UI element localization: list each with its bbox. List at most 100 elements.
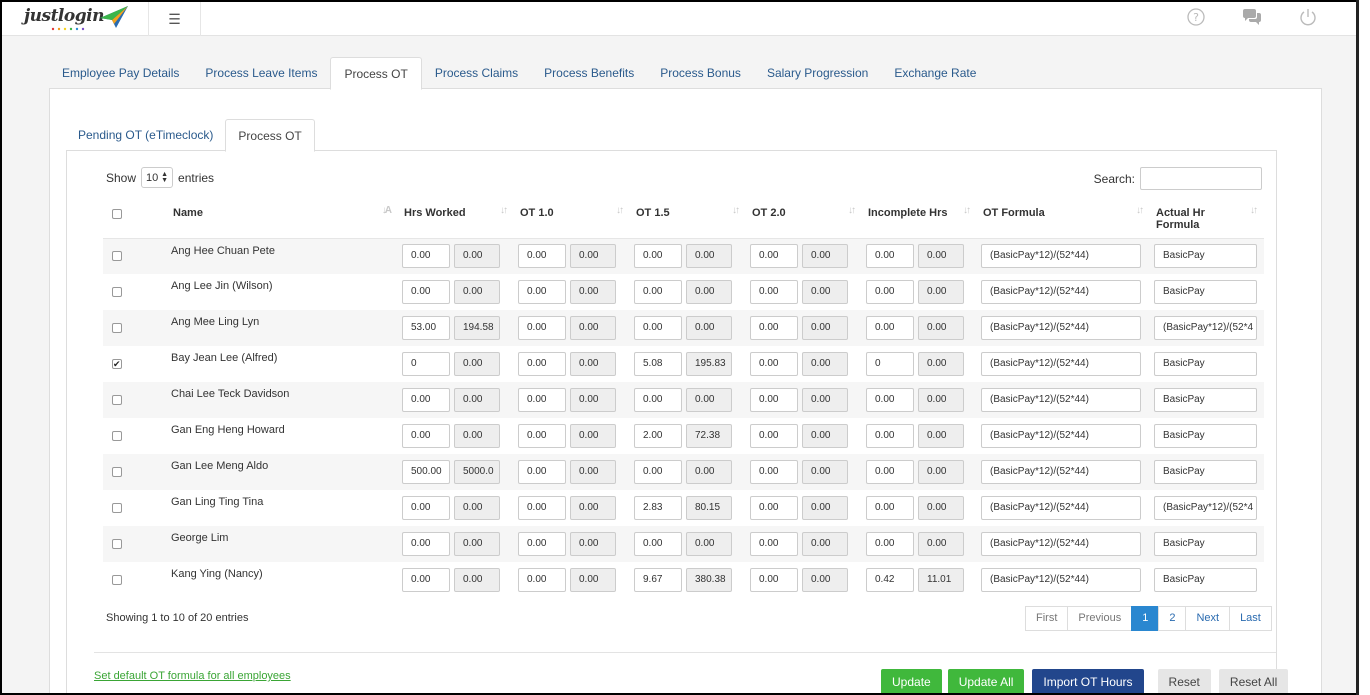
col-ot10[interactable]: OT 1.0 ↓↑	[514, 196, 630, 239]
page-first-button[interactable]: First	[1025, 606, 1069, 631]
ot10-input[interactable]: 0.00	[518, 352, 566, 376]
tab-salary-progression[interactable]: Salary Progression	[754, 57, 881, 89]
search-input[interactable]	[1140, 167, 1262, 190]
ot20-input[interactable]: 0.00	[750, 424, 798, 448]
ot10-input[interactable]: 0.00	[518, 244, 566, 269]
incomplete-hrs-input[interactable]: 0.00	[866, 280, 914, 304]
hrs-worked-input[interactable]: 0.00	[402, 424, 450, 448]
select-all-checkbox[interactable]	[112, 209, 122, 220]
hrs-worked-input[interactable]: 0.00	[402, 280, 450, 304]
ot-formula-input[interactable]: (BasicPay*12)/(52*44)	[981, 496, 1141, 520]
ot-formula-input[interactable]: (BasicPay*12)/(52*44)	[981, 532, 1141, 556]
hrs-worked-input[interactable]: 0	[402, 352, 450, 376]
tab-process-leave-items[interactable]: Process Leave Items	[192, 57, 330, 89]
actual-hr-formula-input[interactable]: BasicPay	[1154, 568, 1257, 592]
ot-formula-input[interactable]: (BasicPay*12)/(52*44)	[981, 388, 1141, 412]
hrs-worked-input[interactable]: 53.00	[402, 316, 450, 340]
ot20-input[interactable]: 0.00	[750, 244, 798, 269]
actual-hr-formula-input[interactable]: BasicPay	[1154, 532, 1257, 556]
hrs-worked-input[interactable]: 500.00	[402, 460, 450, 484]
hrs-worked-input[interactable]: 0.00	[402, 568, 450, 592]
ot-formula-input[interactable]: (BasicPay*12)/(52*44)	[981, 352, 1141, 376]
row-checkbox[interactable]	[112, 539, 122, 550]
incomplete-hrs-input[interactable]: 0.00	[866, 460, 914, 484]
incomplete-hrs-input[interactable]: 0.00	[866, 316, 914, 340]
subtab-process-ot[interactable]: Process OT	[225, 119, 315, 152]
incomplete-hrs-input[interactable]: 0.42	[866, 568, 914, 592]
ot-formula-input[interactable]: (BasicPay*12)/(52*44)	[981, 280, 1141, 304]
actual-hr-formula-input[interactable]: BasicPay	[1154, 388, 1257, 412]
menu-toggle-button[interactable]: ☰	[148, 2, 201, 36]
page-length-select[interactable]: 10 ▲ ▼	[141, 167, 174, 188]
row-checkbox[interactable]	[112, 359, 122, 370]
page-previous-button[interactable]: Previous	[1067, 606, 1133, 631]
ot20-input[interactable]: 0.00	[750, 388, 798, 412]
hrs-worked-input[interactable]: 0.00	[402, 496, 450, 520]
help-button[interactable]: ?	[1168, 6, 1224, 28]
row-checkbox[interactable]	[112, 503, 122, 514]
hrs-worked-input[interactable]: 0.00	[402, 532, 450, 556]
actual-hr-formula-input[interactable]: BasicPay	[1154, 244, 1257, 269]
row-checkbox[interactable]	[112, 467, 122, 478]
ot-formula-input[interactable]: (BasicPay*12)/(52*44)	[981, 316, 1141, 340]
row-checkbox[interactable]	[112, 395, 122, 406]
actual-hr-formula-input[interactable]: BasicPay	[1154, 352, 1257, 376]
hrs-worked-input[interactable]: 0.00	[402, 388, 450, 412]
reset-all-button[interactable]: Reset All	[1218, 669, 1289, 693]
ot15-input[interactable]: 0.00	[634, 532, 682, 556]
ot10-input[interactable]: 0.00	[518, 388, 566, 412]
page-2-button[interactable]: 2	[1158, 606, 1187, 631]
tab-employee-pay-details[interactable]: Employee Pay Details	[49, 57, 192, 89]
ot10-input[interactable]: 0.00	[518, 496, 566, 520]
update-all-button[interactable]: Update All	[947, 669, 1025, 693]
ot20-input[interactable]: 0.00	[750, 280, 798, 304]
row-checkbox[interactable]	[112, 251, 122, 262]
incomplete-hrs-input[interactable]: 0.00	[866, 424, 914, 448]
chat-button[interactable]	[1224, 6, 1280, 28]
tab-exchange-rate[interactable]: Exchange Rate	[881, 57, 989, 89]
subtab-pending-ot[interactable]: Pending OT (eTimeclock)	[66, 119, 225, 151]
actual-hr-formula-input[interactable]: (BasicPay*12)/(52*4	[1154, 496, 1257, 520]
ot20-input[interactable]: 0.00	[750, 496, 798, 520]
ot15-input[interactable]: 0.00	[634, 388, 682, 412]
actual-hr-formula-input[interactable]: BasicPay	[1154, 280, 1257, 304]
ot-formula-input[interactable]: (BasicPay*12)/(52*44)	[981, 568, 1141, 592]
incomplete-hrs-input[interactable]: 0	[866, 352, 914, 376]
ot15-input[interactable]: 2.00	[634, 424, 682, 448]
ot10-input[interactable]: 0.00	[518, 424, 566, 448]
ot15-input[interactable]: 0.00	[634, 460, 682, 484]
col-name[interactable]: Name ↓A	[167, 196, 398, 239]
actual-hr-formula-input[interactable]: BasicPay	[1154, 424, 1257, 448]
ot15-input[interactable]: 0.00	[634, 244, 682, 269]
tab-process-bonus[interactable]: Process Bonus	[647, 57, 754, 89]
ot20-input[interactable]: 0.00	[750, 568, 798, 592]
ot10-input[interactable]: 0.00	[518, 316, 566, 340]
ot20-input[interactable]: 0.00	[750, 316, 798, 340]
col-hrs-worked[interactable]: Hrs Worked ↓↑	[398, 196, 514, 239]
ot15-input[interactable]: 9.67	[634, 568, 682, 592]
logout-button[interactable]	[1280, 6, 1336, 28]
hrs-worked-input[interactable]: 0.00	[402, 244, 450, 269]
ot15-input[interactable]: 0.00	[634, 316, 682, 340]
ot15-input[interactable]: 2.83	[634, 496, 682, 520]
ot15-input[interactable]: 5.08	[634, 352, 682, 376]
row-checkbox[interactable]	[112, 575, 122, 586]
actual-hr-formula-input[interactable]: BasicPay	[1154, 460, 1257, 484]
ot-formula-input[interactable]: (BasicPay*12)/(52*44)	[981, 244, 1141, 269]
ot10-input[interactable]: 0.00	[518, 460, 566, 484]
col-ot-formula[interactable]: OT Formula ↓↑	[977, 196, 1150, 239]
incomplete-hrs-input[interactable]: 0.00	[866, 388, 914, 412]
logo[interactable]: justlogin	[24, 4, 134, 34]
ot10-input[interactable]: 0.00	[518, 532, 566, 556]
ot-formula-input[interactable]: (BasicPay*12)/(52*44)	[981, 460, 1141, 484]
tab-process-benefits[interactable]: Process Benefits	[531, 57, 647, 89]
ot20-input[interactable]: 0.00	[750, 352, 798, 376]
page-1-button[interactable]: 1	[1131, 606, 1160, 631]
page-next-button[interactable]: Next	[1185, 606, 1231, 631]
ot10-input[interactable]: 0.00	[518, 280, 566, 304]
ot-formula-input[interactable]: (BasicPay*12)/(52*44)	[981, 424, 1141, 448]
col-actual-hr-formula[interactable]: Actual Hr Formula ↓↑	[1150, 196, 1264, 239]
incomplete-hrs-input[interactable]: 0.00	[866, 532, 914, 556]
incomplete-hrs-input[interactable]: 0.00	[866, 244, 914, 269]
row-checkbox[interactable]	[112, 431, 122, 442]
